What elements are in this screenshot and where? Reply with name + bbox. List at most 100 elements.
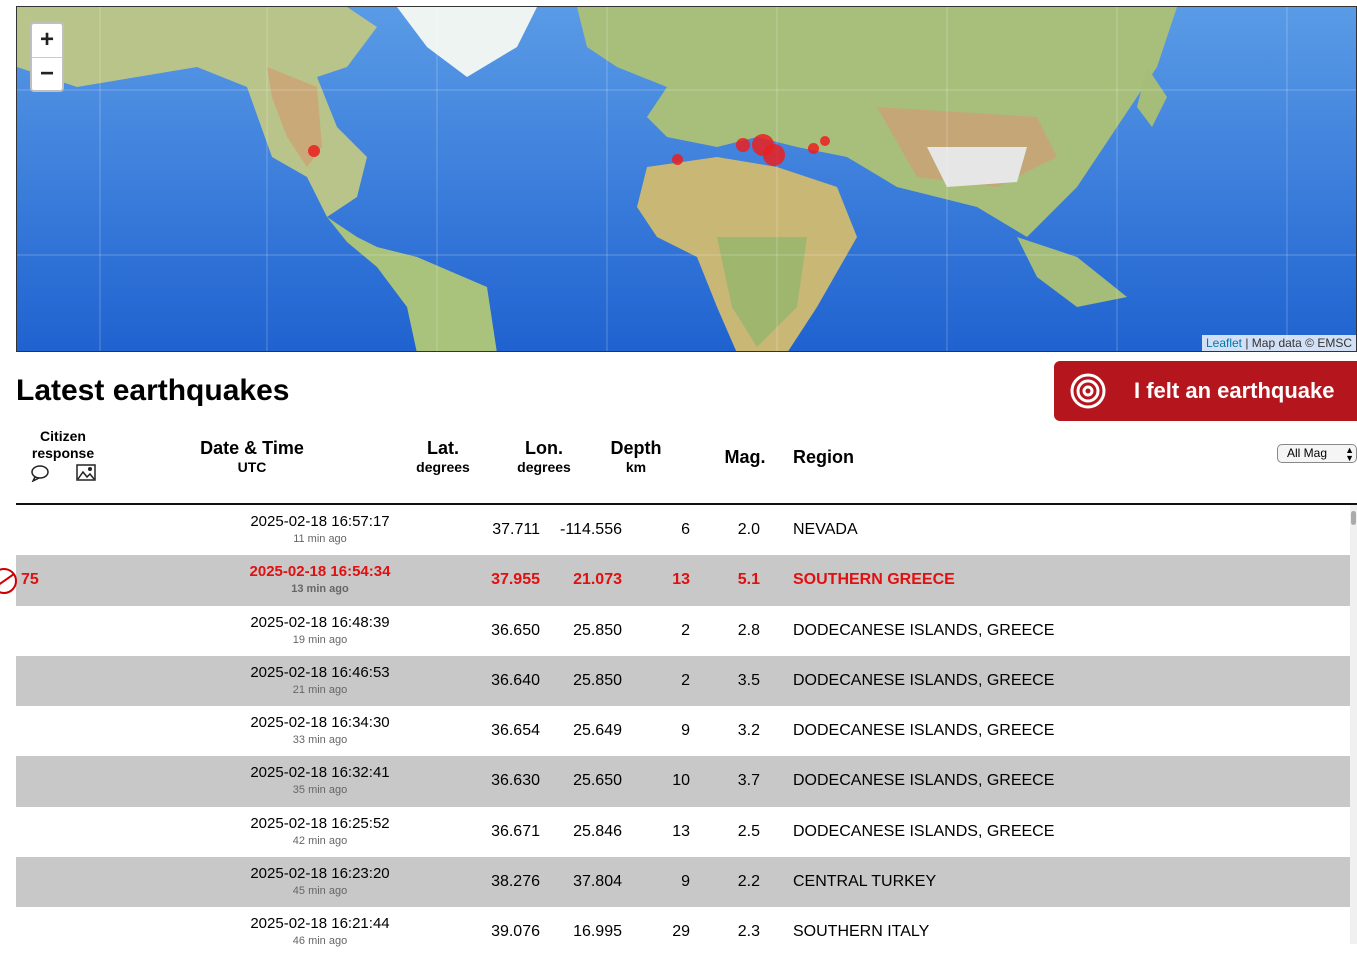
row-datetime[interactable]: 2025-02-18 16:25:52 xyxy=(216,815,424,832)
felt-earthquake-button[interactable]: I felt an earthquake xyxy=(1054,361,1357,421)
felt-report-icon[interactable] xyxy=(0,566,20,596)
row-datetime[interactable]: 2025-02-18 16:34:30 xyxy=(216,714,424,731)
row-ago: 33 min ago xyxy=(292,734,348,747)
datetime-header[interactable]: Date & Time UTC xyxy=(186,438,318,475)
map-tiles xyxy=(17,7,1356,351)
row-lat: 36.640 xyxy=(491,671,540,689)
picture-icon[interactable] xyxy=(76,464,96,482)
lat-header-sub: degrees xyxy=(416,459,470,475)
earthquake-map[interactable]: + − Leaflet | Map data © EMSC xyxy=(16,6,1357,352)
magnitude-filter-value: All Mag xyxy=(1287,446,1328,460)
lon-header[interactable]: Lon. degrees xyxy=(510,438,578,475)
table-row[interactable]: 2025-02-18 16:57:17 11 min ago 37.711 -1… xyxy=(16,505,1350,555)
row-datetime[interactable]: 2025-02-18 16:46:53 xyxy=(216,664,424,681)
row-region[interactable]: DODECANESE ISLANDS, GREECE xyxy=(793,722,1054,740)
lon-header-label: Lon. xyxy=(525,438,563,458)
row-lon: 25.850 xyxy=(573,621,622,639)
row-mag: 2.0 xyxy=(737,521,760,538)
row-lon: 25.650 xyxy=(573,772,622,790)
row-region[interactable]: CENTRAL TURKEY xyxy=(793,873,936,891)
zoom-control: + − xyxy=(30,22,64,92)
region-header-label: Region xyxy=(793,447,854,467)
row-lon: 25.846 xyxy=(573,822,622,840)
table-row[interactable]: 2025-02-18 16:21:44 46 min ago 39.076 16… xyxy=(16,907,1350,957)
row-region[interactable]: DODECANESE ISLANDS, GREECE xyxy=(793,622,1054,640)
leaflet-link[interactable]: Leaflet xyxy=(1206,336,1242,350)
row-mag: 2.5 xyxy=(737,822,760,840)
mag-header[interactable]: Mag. xyxy=(718,447,772,468)
row-mag: 2.2 xyxy=(737,873,760,891)
row-datetime[interactable]: 2025-02-18 16:23:20 xyxy=(216,865,424,882)
table-row[interactable]: 2025-02-18 16:46:53 21 min ago 36.640 25… xyxy=(16,655,1350,707)
row-region[interactable]: NEVADA xyxy=(793,521,858,539)
attribution-text: | Map data © EMSC xyxy=(1242,336,1352,350)
quake-marker-central-turkey[interactable] xyxy=(808,143,819,154)
row-lat: 36.654 xyxy=(491,722,540,740)
zoom-in-button[interactable]: + xyxy=(32,24,62,58)
datetime-header-label: Date & Time xyxy=(200,438,304,458)
lon-header-sub: degrees xyxy=(517,459,571,475)
quake-marker-eastern-turkey[interactable] xyxy=(820,136,830,146)
table-row[interactable]: 2025-02-18 16:23:20 45 min ago 38.276 37… xyxy=(16,857,1350,908)
row-depth: 13 xyxy=(672,822,690,840)
depth-header-label: Depth xyxy=(610,438,662,458)
row-ago: 21 min ago xyxy=(292,683,348,696)
row-region[interactable]: DODECANESE ISLANDS, GREECE xyxy=(793,823,1054,841)
region-header[interactable]: Region xyxy=(793,447,854,468)
row-datetime[interactable]: 2025-02-18 16:32:41 xyxy=(216,764,424,781)
select-arrows-icon: ▲ ▼ xyxy=(1345,445,1354,463)
row-depth: 13 xyxy=(672,571,690,589)
comment-icon[interactable] xyxy=(30,464,50,482)
row-datetime[interactable]: 2025-02-18 16:57:17 xyxy=(216,513,424,530)
row-ago: 13 min ago xyxy=(291,583,349,596)
row-ago: 11 min ago xyxy=(293,533,347,545)
mag-header-label: Mag. xyxy=(724,447,766,467)
row-datetime[interactable]: 2025-02-18 16:54:34 xyxy=(216,563,424,580)
quake-marker-nevada[interactable] xyxy=(308,145,320,157)
table-row[interactable]: 2025-02-18 16:25:52 42 min ago 36.671 25… xyxy=(16,807,1350,857)
row-datetime[interactable]: 2025-02-18 16:21:44 xyxy=(216,915,424,932)
row-ago: 46 min ago xyxy=(292,935,348,948)
row-region[interactable]: SOUTHERN ITALY xyxy=(793,923,929,941)
row-lat: 37.711 xyxy=(492,521,540,538)
table-row[interactable]: 2025-02-18 16:48:39 19 min ago 36.650 25… xyxy=(16,606,1350,656)
felt-earthquake-label: I felt an earthquake xyxy=(1134,378,1335,403)
table-row[interactable]: 2025-02-18 16:32:41 35 min ago 36.630 25… xyxy=(16,756,1350,807)
magnitude-filter-select[interactable]: All Mag ▲ ▼ xyxy=(1277,444,1357,463)
row-depth: 6 xyxy=(681,521,690,538)
table-row[interactable]: 2025-02-18 16:34:30 33 min ago 36.654 25… xyxy=(16,706,1350,756)
row-mag: 5.1 xyxy=(737,571,760,589)
citizen-response-header: Citizen response xyxy=(31,428,95,461)
row-depth: 10 xyxy=(672,772,690,790)
quake-marker-dodecanese[interactable] xyxy=(763,144,785,166)
row-mag: 2.3 xyxy=(737,923,760,941)
row-lat: 38.276 xyxy=(491,873,540,891)
quake-marker-morocco[interactable] xyxy=(672,154,683,165)
row-region[interactable]: DODECANESE ISLANDS, GREECE xyxy=(793,672,1054,690)
table-row[interactable]: 75 2025-02-18 16:54:34 13 min ago 37.955… xyxy=(0,555,1350,606)
zoom-out-button[interactable]: − xyxy=(32,58,62,91)
row-ago: 19 min ago xyxy=(292,633,348,646)
row-lat: 36.630 xyxy=(491,772,540,790)
row-felt-count[interactable]: 75 xyxy=(21,571,39,589)
table-scrollbar[interactable] xyxy=(1350,505,1357,944)
row-lat: 39.076 xyxy=(491,923,540,941)
quake-marker-aegean[interactable] xyxy=(736,138,750,152)
row-lat: 37.955 xyxy=(491,571,540,589)
row-datetime[interactable]: 2025-02-18 16:48:39 xyxy=(216,614,424,631)
row-mag: 3.2 xyxy=(737,722,760,740)
row-region[interactable]: SOUTHERN GREECE xyxy=(793,571,955,589)
depth-header-sub: km xyxy=(625,459,647,475)
page-title: Latest earthquakes xyxy=(16,374,290,407)
row-lat: 36.650 xyxy=(491,621,540,639)
row-lon: 25.649 xyxy=(573,722,622,740)
row-mag: 3.7 xyxy=(737,772,760,790)
row-lon: 16.995 xyxy=(573,923,622,941)
row-region[interactable]: DODECANESE ISLANDS, GREECE xyxy=(793,772,1054,790)
depth-header[interactable]: Depth km xyxy=(604,438,668,475)
lat-header[interactable]: Lat. degrees xyxy=(410,438,476,475)
scrollbar-thumb[interactable] xyxy=(1351,511,1356,525)
row-depth: 9 xyxy=(681,722,690,740)
row-depth: 2 xyxy=(681,621,690,639)
row-lon: 21.073 xyxy=(573,571,622,589)
